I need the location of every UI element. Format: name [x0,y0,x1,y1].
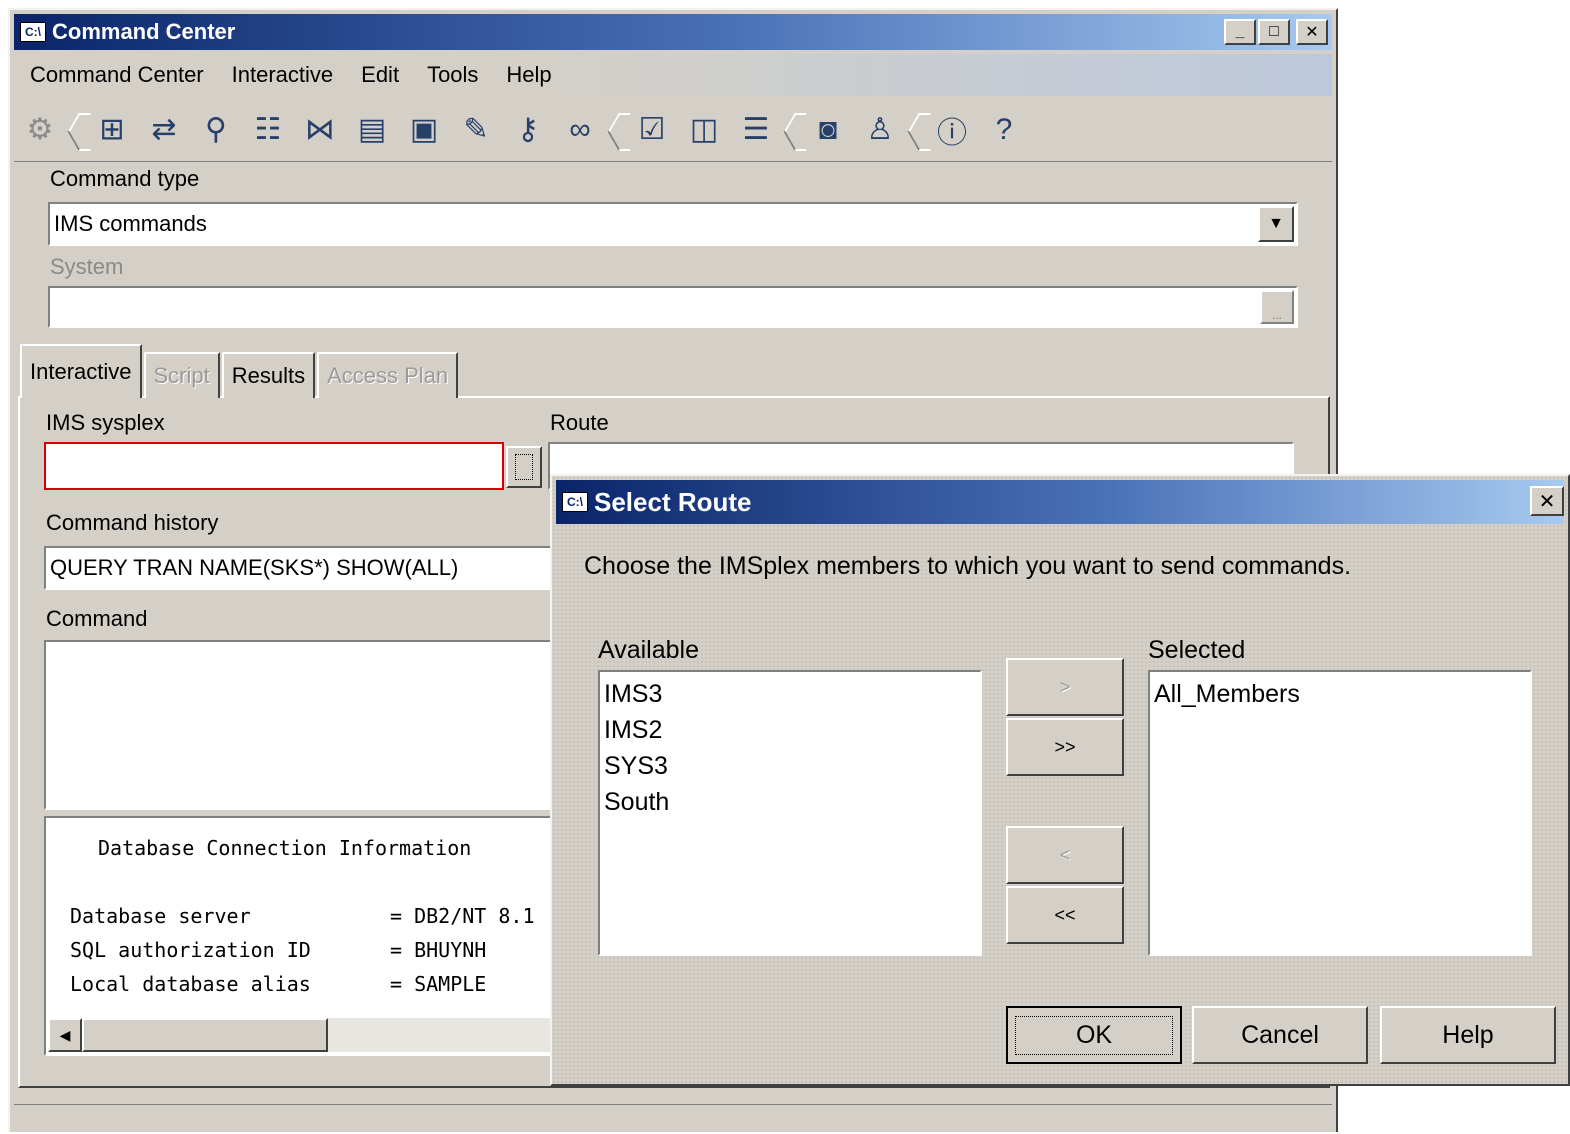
dialog-title: Select Route [594,486,752,517]
list-icon[interactable]: ☰ [730,104,782,156]
toolbar-separator [786,105,798,155]
horizontal-scrollbar[interactable]: ◀ [48,1018,558,1052]
list-item[interactable]: SYS3 [604,748,976,784]
output-key-alias: Local database alias [70,972,311,996]
add-button[interactable]: > [1006,658,1124,716]
window-icon[interactable]: ◫ [678,104,730,156]
maximize-button[interactable]: □ [1258,19,1290,45]
route-label: Route [550,410,609,435]
search-icon[interactable]: ⚲ [190,104,242,156]
dialog-instruction: Choose the IMSplex members to which you … [584,552,1352,580]
list-item[interactable]: All_Members [1154,676,1526,712]
ok-button[interactable]: OK [1006,1006,1182,1064]
toolbar-separator [610,105,622,155]
ims-sysplex-input[interactable] [44,442,504,490]
menu-bar: Command Center Interactive Edit Tools He… [14,54,1332,96]
database-icon[interactable]: ☷ [242,104,294,156]
browse-sysplex-button[interactable] [506,446,542,488]
add-all-button[interactable]: >> [1006,718,1124,776]
remove-button[interactable]: < [1006,826,1124,884]
scroll-thumb[interactable] [82,1018,328,1052]
list-item[interactable]: IMS2 [604,712,976,748]
dialog-title-bar[interactable]: C:\ Select Route ✕ [556,480,1564,524]
close-button[interactable]: ✕ [1296,19,1328,45]
app-icon: C:\ [20,22,46,42]
task-icon[interactable]: ☑ [626,104,678,156]
tree-icon[interactable]: ⊞ [86,104,138,156]
menu-edit[interactable]: Edit [345,62,411,88]
selected-label: Selected [1148,636,1246,664]
book-icon[interactable]: ◙ [802,104,854,156]
command-history-value: QUERY TRAN NAME(SKS*) SHOW(ALL) [50,555,459,580]
menu-tools[interactable]: Tools [411,62,490,88]
output-key-auth-id: SQL authorization ID [70,938,311,962]
system-label: System [50,254,124,279]
toolbar-separator [70,105,82,155]
window-title: Command Center [52,19,236,44]
command-label: Command [46,606,148,631]
help-icon[interactable]: ? [978,104,1030,156]
available-label: Available [598,636,700,664]
menu-interactive[interactable]: Interactive [216,62,346,88]
ims-sysplex-label: IMS sysplex [46,410,165,435]
command-type-select[interactable]: IMS commands ▼ [48,202,1298,246]
selected-list[interactable]: All_Members [1148,670,1532,956]
list-item[interactable]: South [604,784,976,820]
output-value-db-server: = DB2/NT 8.1 [390,904,535,928]
chevron-down-icon[interactable]: ▼ [1258,206,1294,242]
toolbar-separator [910,105,922,155]
info-icon[interactable]: ⓘ [926,104,978,156]
command-history-select[interactable]: QUERY TRAN NAME(SKS*) SHOW(ALL) [44,546,564,590]
command-history-label: Command history [46,510,219,535]
command-type-value: IMS commands [54,211,207,236]
output-key-db-server: Database server [70,904,251,928]
title-bar[interactable]: C:\ Command Center _ □ ✕ [14,14,1332,50]
dialog-app-icon: C:\ [562,492,588,512]
ok-label: OK [1014,1015,1174,1055]
menu-command-center[interactable]: Command Center [14,62,216,88]
status-bar [14,1104,1332,1134]
minimize-button[interactable]: _ [1224,19,1256,45]
key-user-icon[interactable]: ⚷ [502,104,554,156]
command-type-label: Command type [50,166,200,191]
link-icon[interactable]: ∞ [554,104,606,156]
system-field[interactable]: ... [48,286,1298,328]
network-icon[interactable]: ⋈ [294,104,346,156]
tab-script: Script [143,352,220,398]
replication-icon[interactable]: ⇄ [138,104,190,156]
tab-interactive[interactable]: Interactive [20,344,142,398]
output-value-alias: = SAMPLE [390,972,487,996]
select-route-dialog: C:\ Select Route ✕ Choose the IMSplex me… [550,474,1570,1086]
monitor-icon[interactable]: ▣ [398,104,450,156]
gears-icon[interactable]: ⚙ [14,104,66,156]
help-button[interactable]: Help [1380,1006,1556,1064]
available-list[interactable]: IMS3 IMS2 SYS3 South [598,670,982,956]
scroll-left-icon[interactable]: ◀ [48,1018,82,1052]
tab-access-plan: Access Plan [317,352,459,398]
tab-strip: Interactive Script Results Access Plan [20,344,460,398]
command-textarea[interactable] [44,640,564,810]
output-value-auth-id: = BHUYNH [390,938,487,962]
menu-help[interactable]: Help [490,62,563,88]
journal-icon[interactable]: ▤ [346,104,398,156]
cancel-button[interactable]: Cancel [1192,1006,1368,1064]
output-heading: Database Connection Information [98,836,472,860]
toolbar: ⚙ ⊞ ⇄ ⚲ ☷ ⋈ ▤ ▣ ✎ ⚷ ∞ ☑ ◫ ☰ ◙ ♙ ⓘ ? [14,98,1332,162]
remove-all-button[interactable]: << [1006,886,1124,944]
users-icon[interactable]: ♙ [854,104,906,156]
tab-results[interactable]: Results [221,352,316,398]
notes-icon[interactable]: ✎ [450,104,502,156]
browse-system-button[interactable]: ... [1260,290,1294,324]
dialog-close-button[interactable]: ✕ [1530,486,1564,516]
list-item[interactable]: IMS3 [604,676,976,712]
